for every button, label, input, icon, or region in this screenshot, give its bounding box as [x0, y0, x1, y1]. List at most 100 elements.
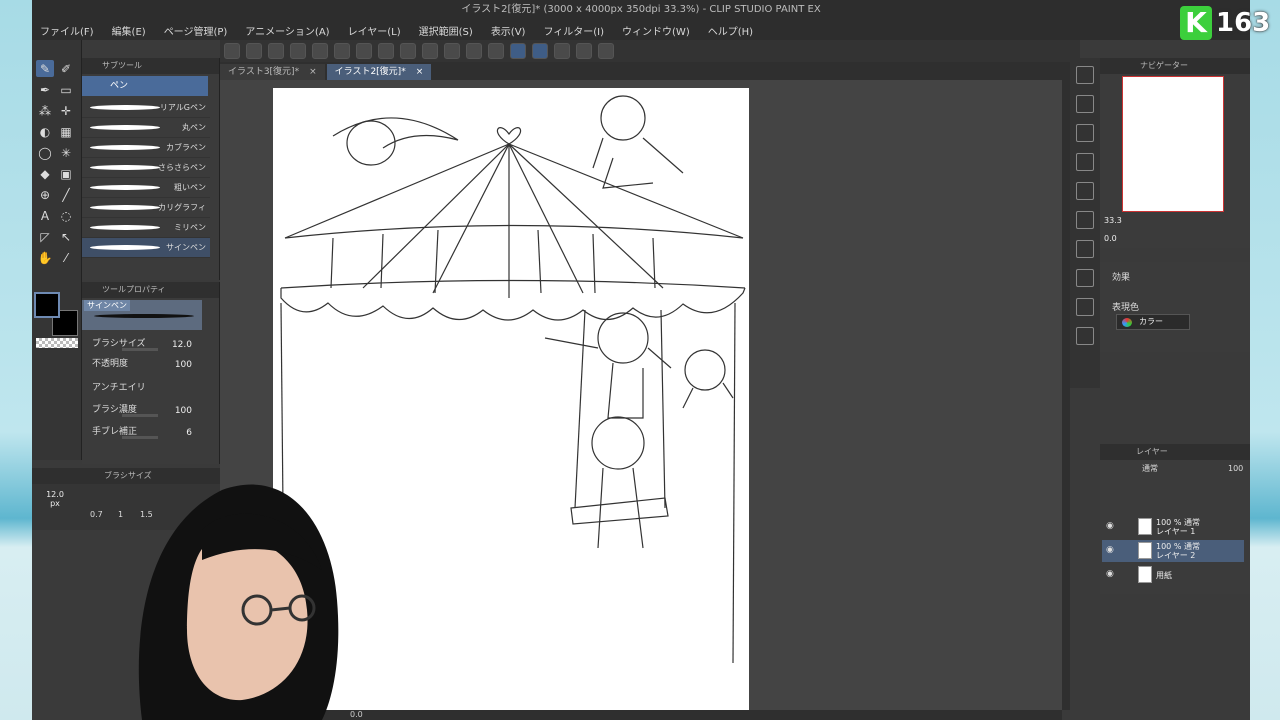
- vertical-scrollbar[interactable]: [1062, 62, 1070, 710]
- clear-icon[interactable]: [356, 43, 372, 59]
- brush-item[interactable]: カブラペン: [82, 138, 210, 158]
- brush-size-row[interactable]: ブラシサイズ 12.0: [92, 336, 210, 354]
- deselect-icon[interactable]: [444, 43, 460, 59]
- menu-animation[interactable]: アニメーション(A): [245, 23, 329, 38]
- undo-icon[interactable]: [312, 43, 328, 59]
- info-icon[interactable]: [1076, 240, 1094, 258]
- snap-grid-icon[interactable]: [554, 43, 570, 59]
- blend-tool-icon[interactable]: ◐: [36, 123, 54, 140]
- fill-tool-icon[interactable]: ◆: [36, 165, 54, 182]
- layer-row[interactable]: ◉ 100 % 通常 レイヤー 2: [1102, 540, 1244, 562]
- pen-tool-icon[interactable]: ✎: [36, 60, 54, 77]
- display-color-select[interactable]: カラー: [1116, 314, 1190, 330]
- quick-access-icon[interactable]: [1076, 269, 1094, 287]
- new-file-icon[interactable]: [246, 43, 262, 59]
- hand-tool-icon[interactable]: ✋: [36, 249, 54, 266]
- navigator-thumbnail[interactable]: [1122, 76, 1224, 212]
- grid-tool-icon[interactable]: ▦: [57, 123, 75, 140]
- brush-tool-icon[interactable]: ✒: [36, 81, 54, 98]
- menu-filter[interactable]: フィルター(I): [543, 23, 604, 38]
- menu-file[interactable]: ファイル(F): [40, 23, 94, 38]
- brush-item[interactable]: 丸ペン: [82, 118, 210, 138]
- brush-item[interactable]: 粗いペン: [82, 178, 210, 198]
- operation-tool-icon[interactable]: ↖: [57, 228, 75, 245]
- snap-ruler-icon[interactable]: [510, 43, 526, 59]
- transform-icon[interactable]: [378, 43, 394, 59]
- menu-view[interactable]: 表示(V): [491, 23, 526, 38]
- tab-illust3[interactable]: イラスト3[復元]* ×: [220, 64, 325, 80]
- tool-property-panel: ツールプロパティ サインペン ブラシサイズ 12.0 不透明度 100 アンチエ…: [82, 282, 220, 464]
- navigator-zoom[interactable]: 33.3: [1104, 216, 1122, 225]
- visibility-eye-icon[interactable]: ◉: [1106, 521, 1116, 531]
- blend-mode-select[interactable]: 通常 100: [1104, 463, 1243, 477]
- brush-item[interactable]: リアルGペン: [82, 98, 210, 118]
- layer-row[interactable]: ◉ 用紙: [1102, 564, 1244, 586]
- main-color-swatch[interactable]: [34, 292, 60, 318]
- visibility-eye-icon[interactable]: ◉: [1106, 569, 1116, 579]
- stabilization-row[interactable]: 手ブレ補正 6: [92, 424, 210, 442]
- select-all-icon[interactable]: [466, 43, 482, 59]
- wand-tool-icon[interactable]: ✳: [57, 144, 75, 161]
- redo-icon[interactable]: [334, 43, 350, 59]
- brush-item[interactable]: サインペン: [82, 238, 210, 258]
- history-icon[interactable]: [1076, 182, 1094, 200]
- menu-edit[interactable]: 編集(E): [112, 23, 146, 38]
- line-tool-icon[interactable]: ╱: [57, 186, 75, 203]
- visibility-eye-icon[interactable]: ◉: [1106, 545, 1116, 555]
- zoom-tool-icon[interactable]: ⊕: [36, 186, 54, 203]
- brush-item[interactable]: カリグラフィ: [82, 198, 210, 218]
- subtool-tab-pen[interactable]: ペン: [82, 76, 208, 96]
- gradient-tool-icon[interactable]: ▣: [57, 165, 75, 182]
- right-icon-column: [1070, 58, 1100, 388]
- brush-list: リアルGペン 丸ペン カブラペン さらさらペン 粗いペン カリグラフィ ミリペン…: [82, 98, 210, 258]
- layer-prop-icon[interactable]: [1076, 211, 1094, 229]
- save-icon[interactable]: [290, 43, 306, 59]
- brush-item[interactable]: ミリペン: [82, 218, 210, 238]
- clip-icon[interactable]: [598, 43, 614, 59]
- close-icon[interactable]: ×: [309, 64, 317, 80]
- tab-illust2[interactable]: イラスト2[復元]* ×: [326, 64, 432, 80]
- palette-icon[interactable]: [1076, 153, 1094, 171]
- frame-tool-icon[interactable]: ◸: [36, 228, 54, 245]
- navigator-rotation[interactable]: 0.0: [1104, 234, 1117, 243]
- balloon-tool-icon[interactable]: ◌: [57, 207, 75, 224]
- person-icon[interactable]: [1076, 327, 1094, 345]
- invert-icon[interactable]: [488, 43, 504, 59]
- layer-header: レイヤー: [1100, 444, 1250, 460]
- close-icon[interactable]: ×: [416, 64, 424, 80]
- menu-selection[interactable]: 選択範囲(S): [419, 23, 473, 38]
- home-icon[interactable]: [224, 43, 240, 59]
- pencil-tool-icon[interactable]: ✐: [57, 60, 75, 77]
- document-tabs: イラスト3[復元]* × イラスト2[復元]* ×: [220, 62, 1080, 80]
- crop-icon[interactable]: [422, 43, 438, 59]
- lasso-tool-icon[interactable]: ◯: [36, 144, 54, 161]
- decoration-tool-icon[interactable]: ⁂: [36, 102, 54, 119]
- brush-density-row[interactable]: ブラシ濃度 100: [92, 402, 210, 420]
- menu-layer[interactable]: レイヤー(L): [348, 23, 401, 38]
- menu-window[interactable]: ウィンドウ(W): [622, 23, 690, 38]
- settings-icon[interactable]: [576, 43, 592, 59]
- brush-name: サインペン: [84, 300, 130, 311]
- figure-icon[interactable]: [1076, 66, 1094, 84]
- eraser-tool-icon[interactable]: ▭: [57, 81, 75, 98]
- antialias-row[interactable]: アンチエイリ: [92, 380, 210, 398]
- fill-icon[interactable]: [400, 43, 416, 59]
- transparent-color-swatch[interactable]: [36, 338, 78, 348]
- snap-special-icon[interactable]: [532, 43, 548, 59]
- eyedropper-tool-icon[interactable]: ⁄: [57, 249, 75, 266]
- material-icon[interactable]: [1076, 124, 1094, 142]
- brush-item[interactable]: さらさらペン: [82, 158, 210, 178]
- opacity-row[interactable]: 不透明度 100: [92, 356, 210, 374]
- menu-page[interactable]: ページ管理(P): [164, 23, 228, 38]
- text-tool-icon[interactable]: A: [36, 207, 54, 224]
- item-icon[interactable]: [1076, 298, 1094, 316]
- color-wheel-icon: [1122, 318, 1132, 327]
- search-icon[interactable]: [1076, 95, 1094, 113]
- move-tool-icon[interactable]: ✛: [57, 102, 75, 119]
- open-icon[interactable]: [268, 43, 284, 59]
- tab-label: イラスト2[復元]*: [334, 67, 406, 77]
- display-color-label: 表現色: [1112, 303, 1140, 313]
- menu-help[interactable]: ヘルプ(H): [708, 23, 753, 38]
- stream-background-right: [1250, 0, 1280, 720]
- layer-row[interactable]: ◉ 100 % 通常 レイヤー 1: [1102, 516, 1244, 538]
